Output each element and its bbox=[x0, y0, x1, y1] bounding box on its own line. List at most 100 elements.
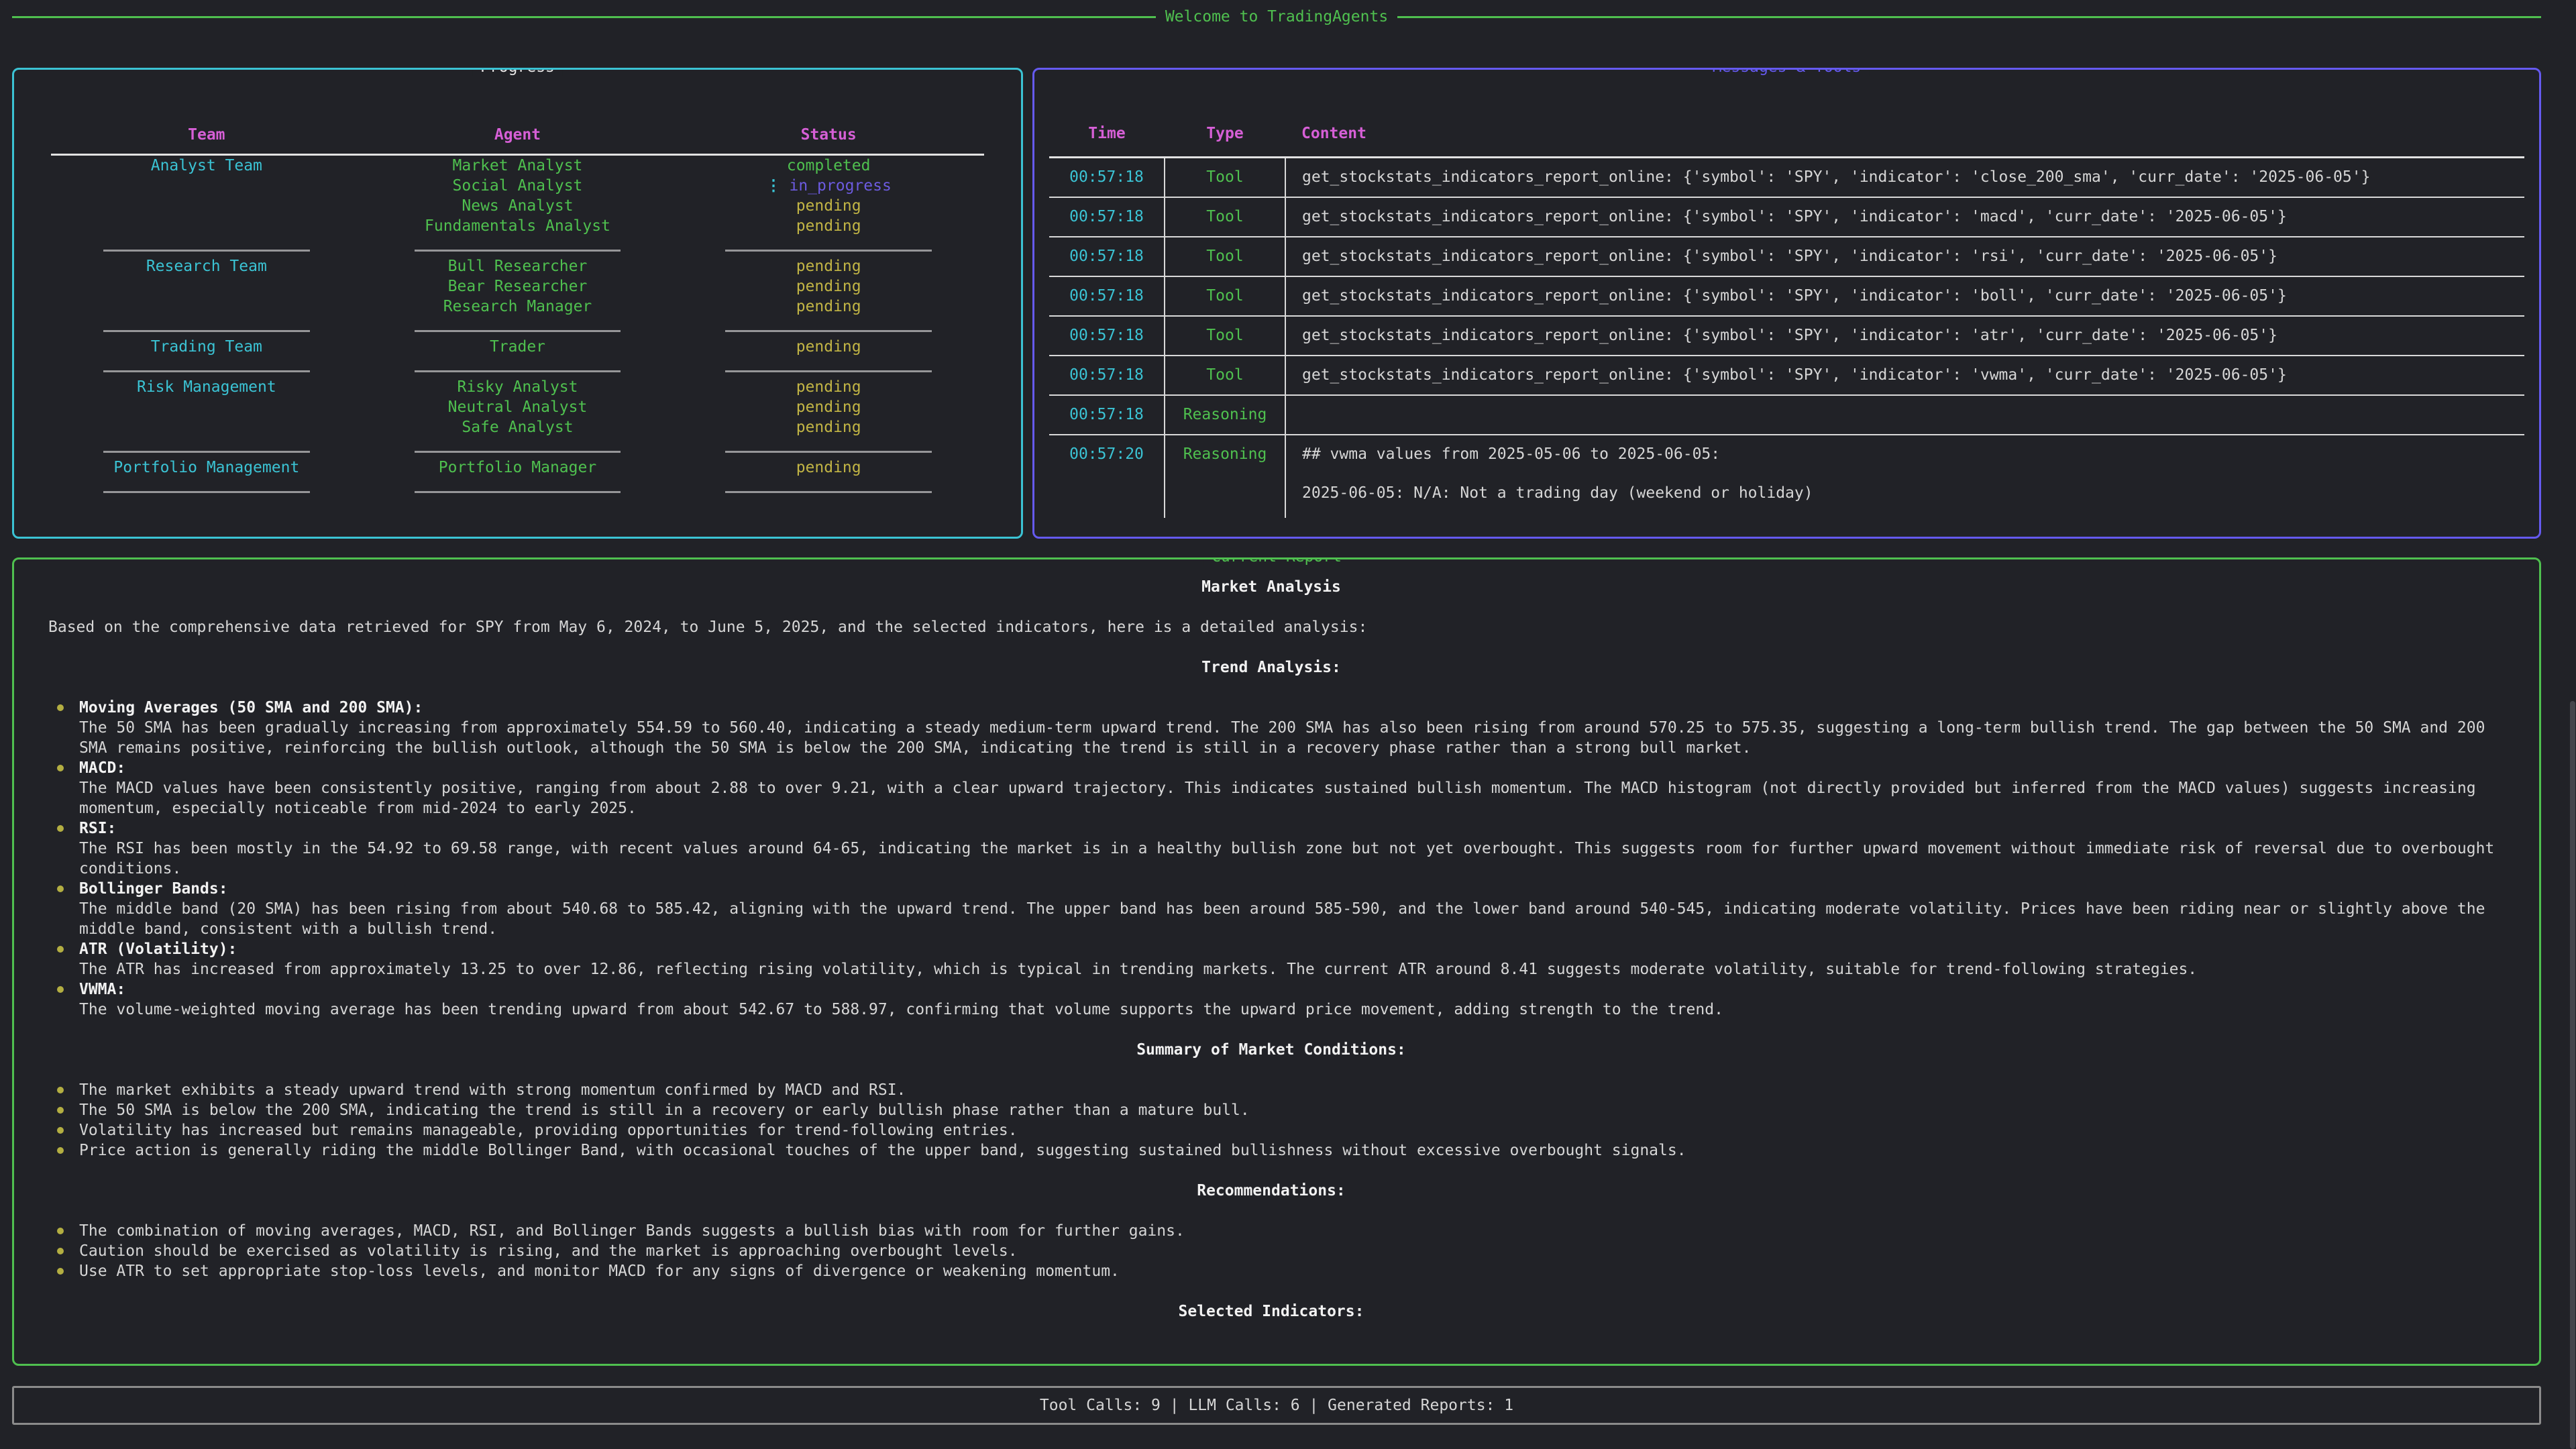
team-cell bbox=[51, 176, 362, 196]
bullet-term: VWMA: bbox=[79, 979, 2508, 1000]
progress-table-header: TeamAgentStatus bbox=[51, 125, 984, 155]
bullet-icon bbox=[57, 704, 64, 711]
table-row: Fundamentals Analystpending bbox=[51, 216, 984, 236]
section-heading: Summary of Market Conditions: bbox=[34, 1040, 2508, 1060]
bullet-icon bbox=[57, 946, 64, 953]
message-row: 00:57:18Toolget_stockstats_indicators_re… bbox=[1049, 316, 2524, 356]
status-text: pending bbox=[796, 419, 861, 436]
bullet-icon bbox=[57, 765, 64, 771]
status-cell: ⋮in_progress bbox=[673, 176, 984, 196]
message-row: 00:57:18Toolget_stockstats_indicators_re… bbox=[1049, 158, 2524, 198]
time-cell: 00:57:18 bbox=[1049, 197, 1165, 237]
table-row: Analyst TeamMarket Analystcompleted bbox=[51, 155, 984, 176]
status-text: pending bbox=[796, 338, 861, 356]
team-cell bbox=[51, 397, 362, 417]
content-cell: get_stockstats_indicators_report_online:… bbox=[1285, 197, 2524, 237]
rule-line bbox=[1397, 16, 2541, 18]
type-cell: Tool bbox=[1165, 316, 1285, 356]
scrollbar-thumb[interactable] bbox=[2570, 701, 2575, 1449]
bullet-text: The market exhibits a steady upward tren… bbox=[79, 1080, 2508, 1100]
separator-line bbox=[103, 250, 310, 252]
separator-line bbox=[725, 330, 932, 332]
bullet-icon bbox=[57, 1248, 64, 1254]
bullet-text: The MACD values have been consistently p… bbox=[79, 778, 2508, 818]
rule-line bbox=[12, 16, 1156, 18]
agent-cell: Safe Analyst bbox=[362, 417, 674, 437]
table-row: News Analyst pending bbox=[51, 196, 984, 216]
type-cell: Reasoning bbox=[1165, 435, 1285, 518]
separator-cell bbox=[362, 357, 674, 377]
report-bullet: The combination of moving averages, MACD… bbox=[34, 1221, 2508, 1241]
bullet-icon bbox=[57, 1268, 64, 1275]
report-title: Market Analysis bbox=[34, 577, 2508, 597]
bullet-icon bbox=[57, 1147, 64, 1154]
team-cell bbox=[51, 216, 362, 236]
team-cell bbox=[51, 196, 362, 216]
content-cell: get_stockstats_indicators_report_online:… bbox=[1285, 237, 2524, 276]
time-cell: 00:57:18 bbox=[1049, 316, 1165, 356]
report-panel-title: Current Report bbox=[1203, 557, 1350, 566]
status-text: in_progress bbox=[789, 177, 891, 195]
type-cell: Tool bbox=[1165, 158, 1285, 198]
content-cell bbox=[1285, 395, 2524, 435]
header-row: TeamAgentStatus bbox=[51, 125, 984, 155]
status-text: pending bbox=[796, 258, 861, 275]
message-row: 00:57:18Reasoning bbox=[1049, 395, 2524, 435]
content-cell: ## vwma values from 2025-05-06 to 2025-0… bbox=[1285, 435, 2524, 518]
status-cell: pending bbox=[673, 377, 984, 397]
report-bullet: ATR (Volatility):The ATR has increased f… bbox=[34, 939, 2508, 979]
bullet-term: RSI: bbox=[79, 818, 2508, 839]
status-cell: completed bbox=[673, 155, 984, 176]
type-cell: Reasoning bbox=[1165, 395, 1285, 435]
separator-cell bbox=[362, 478, 674, 498]
table-row: Research TeamBull Researcherpending bbox=[51, 256, 984, 276]
separator-cell bbox=[51, 317, 362, 337]
separator-cell bbox=[673, 478, 984, 498]
agent-cell: News Analyst bbox=[362, 196, 674, 216]
report-bullet: Moving Averages (50 SMA and 200 SMA):The… bbox=[34, 698, 2508, 758]
status-cell: pending bbox=[673, 276, 984, 297]
status-cell: pending bbox=[673, 256, 984, 276]
report-bullet: The market exhibits a steady upward tren… bbox=[34, 1080, 2508, 1100]
report-bullet: RSI:The RSI has been mostly in the 54.92… bbox=[34, 818, 2508, 879]
separator-line bbox=[725, 250, 932, 252]
separator-cell bbox=[362, 437, 674, 458]
team-separator-row bbox=[51, 236, 984, 256]
table-row: Research Managerpending bbox=[51, 297, 984, 317]
bullet-term: MACD: bbox=[79, 758, 2508, 778]
agent-cell: Social Analyst bbox=[362, 176, 674, 196]
table-row: Neutral Analystpending bbox=[51, 397, 984, 417]
team-cell bbox=[51, 297, 362, 317]
team-cell: Portfolio Management bbox=[51, 458, 362, 478]
type-cell: Tool bbox=[1165, 356, 1285, 395]
separator-line bbox=[103, 491, 310, 493]
separator-cell bbox=[51, 357, 362, 377]
separator-line bbox=[415, 370, 621, 372]
separator-cell bbox=[673, 437, 984, 458]
section-heading: Recommendations: bbox=[34, 1181, 2508, 1201]
scrollbar-track bbox=[2569, 0, 2576, 1449]
report-bullet: Price action is generally riding the mid… bbox=[34, 1140, 2508, 1161]
report-body: Market AnalysisBased on the comprehensiv… bbox=[14, 559, 2539, 1322]
separator-line bbox=[415, 451, 621, 453]
status-cell: pending bbox=[673, 397, 984, 417]
content-cell: get_stockstats_indicators_report_online:… bbox=[1285, 158, 2524, 198]
separator-cell bbox=[362, 236, 674, 256]
team-separator-row bbox=[51, 478, 984, 498]
column-header-time: Time bbox=[1049, 97, 1165, 158]
status-text: pending bbox=[796, 378, 861, 396]
status-text: pending bbox=[796, 197, 861, 215]
report-bullet: The 50 SMA is below the 200 SMA, indicat… bbox=[34, 1100, 2508, 1120]
separator-line bbox=[103, 451, 310, 453]
messages-table: TimeTypeContent00:57:18Toolget_stockstat… bbox=[1049, 97, 2524, 518]
separator-line bbox=[103, 330, 310, 332]
team-cell bbox=[51, 417, 362, 437]
message-row: 00:57:20Reasoning## vwma values from 202… bbox=[1049, 435, 2524, 518]
separator-cell bbox=[673, 236, 984, 256]
table-row: Trading TeamTraderpending bbox=[51, 337, 984, 357]
progress-table-body: Analyst TeamMarket AnalystcompletedSocia… bbox=[51, 155, 984, 498]
bullet-text: Price action is generally riding the mid… bbox=[79, 1140, 2508, 1161]
table-row: Safe Analyst pending bbox=[51, 417, 984, 437]
bullet-text: Use ATR to set appropriate stop-loss lev… bbox=[79, 1261, 2508, 1281]
team-separator-row bbox=[51, 317, 984, 337]
